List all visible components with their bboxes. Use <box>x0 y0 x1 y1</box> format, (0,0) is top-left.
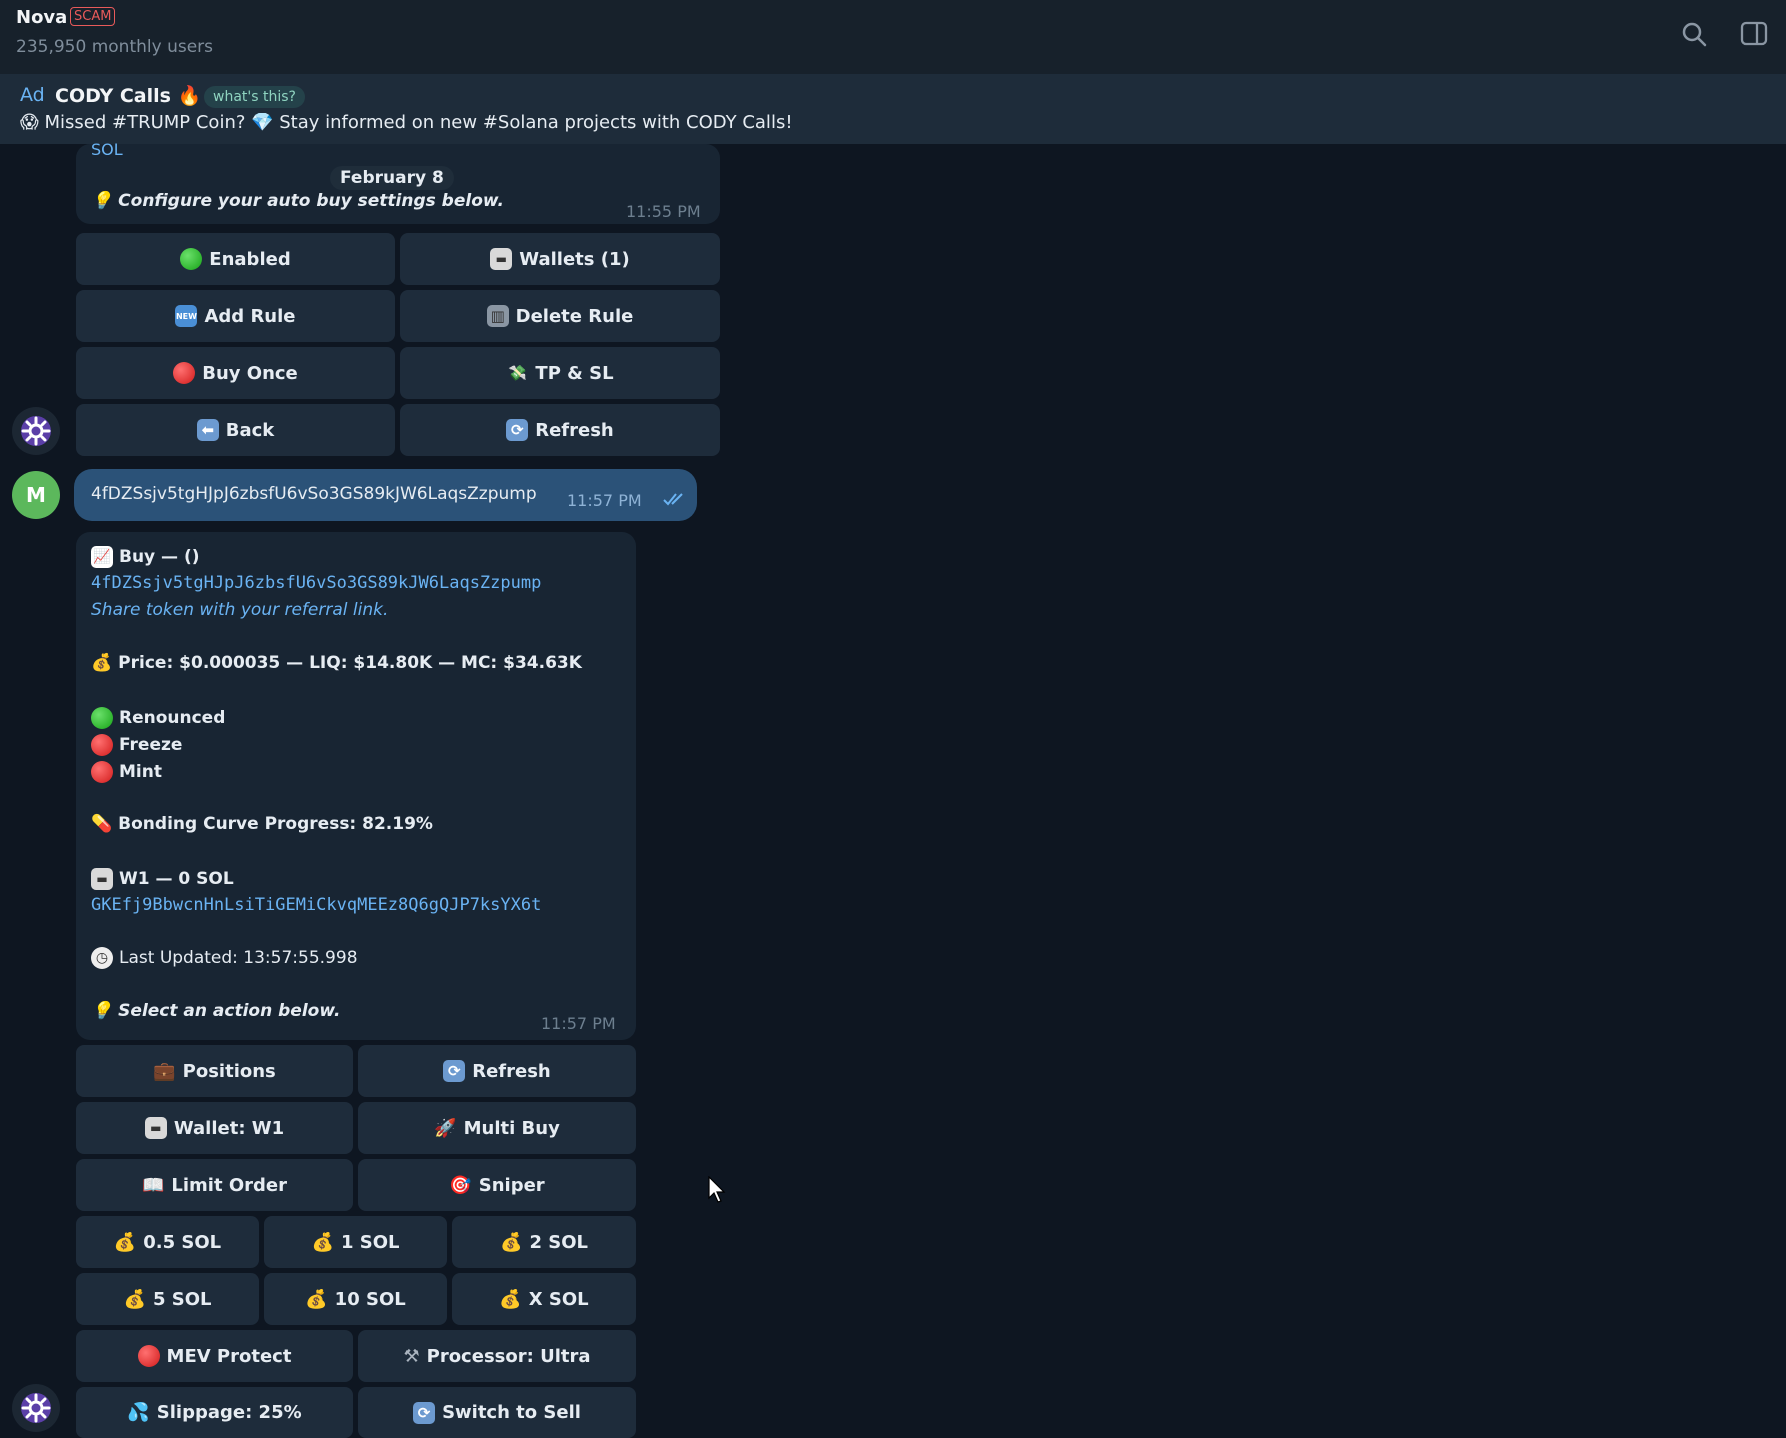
credit-card-icon: ▬ <box>91 868 113 890</box>
positions-button[interactable]: 💼 Positions <box>76 1045 353 1097</box>
whats-this-button[interactable]: what's this? <box>204 86 305 108</box>
buy-once-button[interactable]: Buy Once <box>76 347 395 399</box>
chat-title[interactable]: Nova <box>16 7 67 28</box>
money-bag-icon: 💰 <box>311 1231 334 1253</box>
buy-5-sol-button[interactable]: 💰 5 SOL <box>76 1273 259 1325</box>
user-message-text: 4fDZSsjv5tgHJpJ6zbsfU6vSo3GS89kJW6LaqsZz… <box>91 484 537 504</box>
delete-rule-button[interactable]: ▥ Delete Rule <box>400 290 720 342</box>
ad-tag: Ad <box>20 84 45 106</box>
multi-buy-button[interactable]: 🚀 Multi Buy <box>358 1102 636 1154</box>
new-icon: NEW <box>175 305 198 327</box>
share-referral-link[interactable]: Share token with your referral link. <box>91 600 388 620</box>
scam-badge: SCAM <box>70 7 116 26</box>
double-check-icon <box>663 493 683 506</box>
money-bag-icon: 💰 <box>113 1231 137 1253</box>
wallet-line: ▬ W1 — 0 SOL <box>91 868 234 890</box>
wastebasket-icon: ▥ <box>486 305 509 327</box>
buy-x-sol-button[interactable]: 💰 X SOL <box>452 1273 636 1325</box>
back-arrow-icon: ⬅ <box>196 419 219 441</box>
back-button[interactable]: ⬅ Back <box>76 404 395 456</box>
credit-card-icon: ▬ <box>490 248 513 270</box>
bot-avatar[interactable] <box>12 407 60 455</box>
refresh-button[interactable]: ⟳ Refresh <box>358 1045 636 1097</box>
clock-icon: ◷ <box>91 947 113 969</box>
bot-message-buy: 📈 Buy — () 4fDZSsjv5tgHJpJ6zbsfU6vSo3GS89… <box>76 532 636 1040</box>
money-bag-icon: 💰 <box>499 1288 522 1310</box>
user-message-time: 11:57 PM <box>567 491 642 510</box>
sol-fragment: SOL <box>91 140 123 159</box>
rocket-icon: 🚀 <box>434 1117 457 1139</box>
mint-line: Mint <box>91 761 162 783</box>
hammer-wrench-icon: ⚒ <box>403 1345 420 1367</box>
date-separator: February 8 <box>330 166 454 190</box>
red-circle-icon <box>137 1345 160 1367</box>
user-avatar[interactable]: M <box>12 471 60 519</box>
chart-increasing-icon: 📈 <box>91 546 113 568</box>
message-time: 11:57 PM <box>541 1014 616 1033</box>
gear-icon <box>21 1393 51 1423</box>
tp-sl-button[interactable]: 💸 TP & SL <box>400 347 720 399</box>
renounced-line: Renounced <box>91 707 225 729</box>
refresh-icon: ⟳ <box>506 419 529 441</box>
buy-1-sol-button[interactable]: 💰 1 SOL <box>264 1216 447 1268</box>
add-rule-button[interactable]: NEW Add Rule <box>76 290 395 342</box>
sponsored-ad-bar[interactable]: Ad CODY Calls 🔥 what's this? 😱 Missed #T… <box>0 74 1786 144</box>
target-icon: 🎯 <box>449 1174 472 1196</box>
gear-icon <box>21 416 51 446</box>
price-line: 💰 Price: $0.000035 — LIQ: $14.80K — MC: $… <box>91 653 582 673</box>
search-icon[interactable] <box>1680 20 1708 48</box>
droplets-icon: 💦 <box>127 1402 150 1423</box>
user-message[interactable]: 4fDZSsjv5tgHJpJ6zbsfU6vSo3GS89kJW6LaqsZz… <box>74 469 697 521</box>
refresh-icon: ⟳ <box>443 1060 466 1082</box>
lightbulb-icon: 💡 <box>91 191 113 211</box>
bot-avatar[interactable] <box>12 1384 60 1432</box>
book-icon: 📖 <box>141 1174 165 1196</box>
refresh-icon: ⟳ <box>413 1401 436 1424</box>
buy-title: 📈 Buy — () <box>91 546 200 568</box>
enabled-button[interactable]: Enabled <box>76 233 395 285</box>
slippage-button[interactable]: 💦 Slippage: 25% <box>76 1387 353 1438</box>
wallet-address[interactable]: GKEfj9BbwcnHnLsiTiGEMiCkvqMEEz8Q6gQJP7ks… <box>91 895 541 915</box>
buy-2-sol-button[interactable]: 💰 2 SOL <box>452 1216 636 1268</box>
green-circle-icon <box>180 248 203 270</box>
money-bag-icon: 💰 <box>500 1231 523 1253</box>
red-circle-icon <box>91 734 113 756</box>
ad-title[interactable]: CODY Calls 🔥 <box>55 84 201 107</box>
sidebar-toggle-icon[interactable] <box>1740 20 1768 48</box>
freeze-line: Freeze <box>91 734 182 756</box>
money-bag-icon: 💰 <box>123 1288 146 1310</box>
message-time: 11:55 PM <box>626 202 701 221</box>
red-circle-icon <box>173 362 196 384</box>
money-wings-icon: 💸 <box>508 364 527 382</box>
token-address[interactable]: 4fDZSsjv5tgHJpJ6zbsfU6vSo3GS89kJW6LaqsZz… <box>91 573 541 593</box>
processor-button[interactable]: ⚒ Processor: Ultra <box>358 1330 636 1382</box>
buy-10-sol-button[interactable]: 💰 10 SOL <box>264 1273 447 1325</box>
credit-card-icon: ▬ <box>144 1117 167 1139</box>
ad-text[interactable]: 😱 Missed #TRUMP Coin? 💎 Stay informed on… <box>20 112 793 133</box>
sniper-button[interactable]: 🎯 Sniper <box>358 1159 636 1211</box>
chat-subtitle: 235,950 monthly users <box>16 37 214 57</box>
bonding-curve-line: 💊 Bonding Curve Progress: 82.19% <box>91 814 433 834</box>
money-bag-icon: 💰 <box>305 1288 328 1310</box>
select-action-text: 💡 Select an action below. <box>91 1001 341 1021</box>
briefcase-icon: 💼 <box>153 1060 176 1082</box>
buy-0-5-sol-button[interactable]: 💰 0.5 SOL <box>76 1216 259 1268</box>
lightbulb-icon: 💡 <box>91 1001 113 1021</box>
red-circle-icon <box>91 761 113 783</box>
switch-to-sell-button[interactable]: ⟳ Switch to Sell <box>358 1387 636 1438</box>
last-updated-line: ◷ Last Updated: 13:57:55.998 <box>91 947 358 969</box>
green-circle-icon <box>91 707 113 729</box>
limit-order-button[interactable]: 📖 Limit Order <box>76 1159 353 1211</box>
money-bag-icon: 💰 <box>91 653 113 673</box>
configure-text: 💡 Configure your auto buy settings below. <box>91 191 504 211</box>
mev-protect-button[interactable]: MEV Protect <box>76 1330 353 1382</box>
wallets-button[interactable]: ▬ Wallets (1) <box>400 233 720 285</box>
wallet-select-button[interactable]: ▬ Wallet: W1 <box>76 1102 353 1154</box>
chat-header: Nova SCAM 235,950 monthly users <box>0 0 1786 74</box>
pill-icon: 💊 <box>91 814 113 834</box>
refresh-button[interactable]: ⟳ Refresh <box>400 404 720 456</box>
mouse-cursor-icon <box>708 1176 726 1203</box>
